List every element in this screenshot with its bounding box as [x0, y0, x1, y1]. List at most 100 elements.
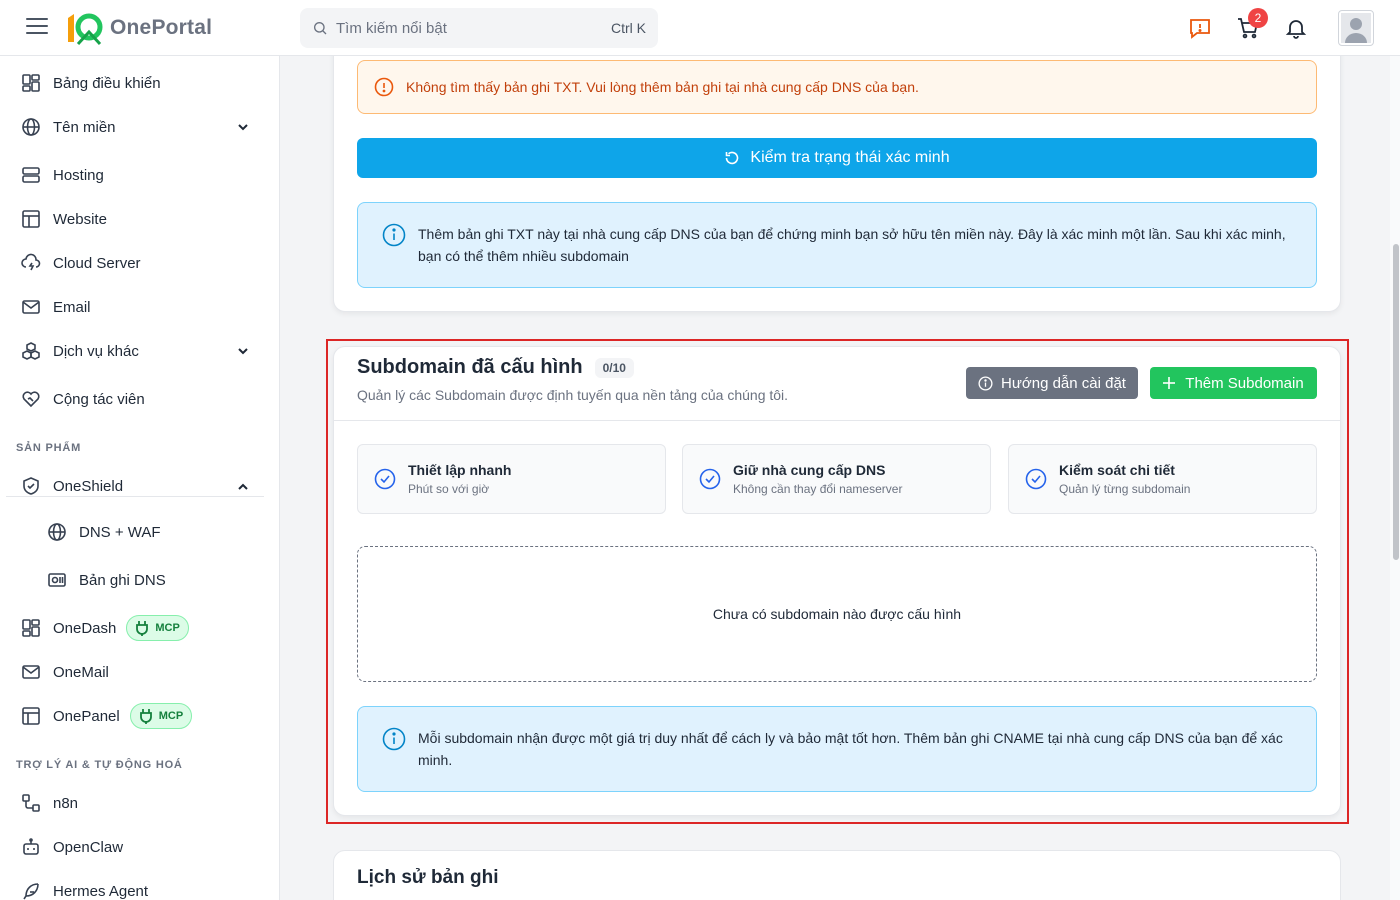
sidebar-item-hermes-agent[interactable]: Hermes Agent — [20, 877, 148, 900]
section-products: SẢN PHẨM — [16, 442, 82, 454]
sidebar-item-label: Bản ghi DNS — [79, 571, 166, 589]
feature-title: Thiết lập nhanh — [408, 462, 512, 478]
logo-mark-icon — [68, 13, 103, 46]
sidebar-item-label: Bảng điều khiển — [53, 74, 161, 92]
check-verification-button[interactable]: Kiểm tra trạng thái xác minh — [357, 138, 1317, 178]
feature-title: Kiểm soát chi tiết — [1059, 462, 1175, 478]
check-circle-icon — [699, 468, 721, 490]
cloud-icon — [20, 252, 42, 274]
txt-not-found-alert: Không tìm thấy bản ghi TXT. Vui lòng thê… — [357, 60, 1317, 114]
plus-icon — [1163, 377, 1176, 389]
scrollbar-thumb[interactable] — [1393, 244, 1399, 560]
shield-icon — [20, 475, 42, 497]
sidebar-item-dns-records[interactable]: Bản ghi DNS — [46, 566, 166, 594]
mcp-badge: MCP — [126, 615, 189, 641]
check-circle-icon — [374, 468, 396, 490]
sidebar-item-cloud-server[interactable]: Cloud Server — [20, 249, 141, 277]
feature-quick-setup: Thiết lập nhanh Phút so với giờ — [357, 444, 666, 514]
verification-info-alert: Thêm bản ghi TXT này tại nhà cung cấp DN… — [357, 202, 1317, 288]
sidebar-item-openclaw[interactable]: OpenClaw — [20, 833, 123, 861]
feature-subtitle: Phút so với giờ — [408, 482, 490, 496]
chevron-down-icon[interactable] — [236, 120, 250, 134]
sidebar-item-label: Hermes Agent — [53, 882, 149, 900]
plug-icon — [139, 709, 152, 724]
mcp-badge: MCP — [129, 703, 193, 729]
feature-keep-dns-provider: Giữ nhà cung cấp DNS Không cần thay đổi … — [682, 444, 991, 514]
subdomains-title: Subdomain đã cấu hình 0/10 — [357, 356, 634, 379]
subdomain-count-badge: 0/10 — [594, 357, 634, 378]
sidebar-item-label: Dịch vụ khác — [53, 342, 139, 360]
sidebar-item-n8n[interactable]: n8n — [20, 789, 78, 817]
feature-subtitle: Không cần thay đổi nameserver — [733, 482, 903, 496]
info-icon — [382, 223, 406, 247]
info-text-line: Mỗi subdomain nhận được một giá trị duy … — [418, 730, 1283, 746]
top-bar: OnePortal Tìm kiếm nổi bật Ctrl K 2 — [0, 0, 1400, 56]
refresh-icon — [726, 151, 739, 165]
sidebar-item-website[interactable]: Website — [20, 205, 107, 233]
sidebar-item-onedash[interactable]: OneDash MCP — [20, 614, 189, 642]
feature-subtitle: Quản lý từng subdomain — [1059, 482, 1191, 496]
sidebar-item-label: OneShield — [53, 477, 124, 495]
mail-icon — [20, 661, 42, 683]
server-icon — [20, 164, 42, 186]
globe-icon — [46, 521, 68, 543]
logo[interactable]: OnePortal — [64, 10, 212, 46]
add-subdomain-button[interactable]: Thêm Subdomain — [1150, 367, 1317, 399]
sidebar-item-label: Cộng tác viên — [53, 390, 145, 408]
panel-icon — [20, 705, 42, 727]
chevron-down-icon[interactable] — [236, 344, 250, 358]
sidebar-item-dashboard[interactable]: Bảng điều khiển — [20, 69, 161, 97]
sidebar-item-hosting[interactable]: Hosting — [20, 161, 104, 189]
search-icon — [314, 22, 327, 35]
sidebar-item-label: Hosting — [53, 166, 104, 184]
sidebar-item-label: OneMail — [53, 663, 109, 681]
sidebar-item-label: DNS + WAF — [79, 523, 161, 541]
info-text-line: Thêm bản ghi TXT này tại nhà cung cấp DN… — [418, 226, 1286, 242]
logo-text: OnePortal — [110, 16, 213, 39]
sidebar-item-other-services[interactable]: Dịch vụ khác — [20, 337, 139, 365]
history-title: Lịch sử bản ghi — [357, 867, 499, 888]
subdomains-description: Quản lý các Subdomain được định tuyến qu… — [357, 387, 789, 403]
add-subdomain-label: Thêm Subdomain — [1185, 374, 1304, 392]
workflow-icon — [20, 792, 42, 814]
cart-count-badge: 2 — [1248, 8, 1268, 28]
feather-icon — [20, 880, 42, 900]
globe-icon — [20, 116, 42, 138]
sidebar-item-domains[interactable]: Tên miền — [20, 113, 116, 141]
sidebar-item-onepanel[interactable]: OnePanel MCP — [20, 702, 193, 730]
bell-icon[interactable] — [1284, 16, 1308, 40]
subdomain-info-alert: Mỗi subdomain nhận được một giá trị duy … — [357, 706, 1317, 792]
avatar[interactable] — [1338, 10, 1374, 46]
section-ai: TRỢ LÝ AI & TỰ ĐỘNG HOÁ — [16, 759, 183, 771]
menu-icon[interactable] — [26, 18, 48, 38]
search-shortcut: Ctrl K — [611, 20, 646, 36]
warning-text: Không tìm thấy bản ghi TXT. Vui lòng thê… — [406, 79, 919, 95]
sidebar-item-dns-waf[interactable]: DNS + WAF — [46, 518, 161, 546]
sidebar-item-label: Email — [53, 298, 91, 316]
info-text-line: minh. — [418, 752, 453, 768]
feedback-icon[interactable] — [1188, 16, 1212, 40]
empty-subdomains-state: Chưa có subdomain nào được cấu hình — [357, 546, 1317, 682]
chevron-up-icon[interactable] — [236, 480, 250, 494]
dashboard-icon — [20, 617, 42, 639]
sidebar-item-label: OneDash — [53, 619, 117, 637]
feature-title: Giữ nhà cung cấp DNS — [733, 462, 886, 478]
sidebar-item-label: Cloud Server — [53, 254, 141, 272]
warning-icon — [374, 77, 394, 97]
sidebar-item-label: n8n — [53, 794, 79, 812]
check-verification-label: Kiểm tra trạng thái xác minh — [750, 149, 950, 166]
dns-record-icon — [46, 569, 68, 591]
sidebar-item-label: Tên miền — [53, 118, 116, 136]
sidebar-item-label: OpenClaw — [53, 838, 124, 856]
setup-guide-button[interactable]: Hướng dẫn cài đặt — [966, 367, 1138, 399]
sidebar-item-onemail[interactable]: OneMail — [20, 658, 109, 686]
website-icon — [20, 208, 42, 230]
info-text-line: bạn có thể thêm nhiều subdomain — [418, 248, 629, 264]
sidebar-item-label: Website — [53, 210, 107, 228]
sidebar-item-email[interactable]: Email — [20, 293, 91, 321]
sidebar-item-affiliate[interactable]: Cộng tác viên — [20, 385, 145, 413]
search-bar[interactable]: Tìm kiếm nổi bật Ctrl K — [300, 8, 658, 48]
divider — [6, 496, 264, 497]
feature-granular-control: Kiểm soát chi tiết Quản lý từng subdomai… — [1008, 444, 1317, 514]
check-circle-icon — [1025, 468, 1047, 490]
